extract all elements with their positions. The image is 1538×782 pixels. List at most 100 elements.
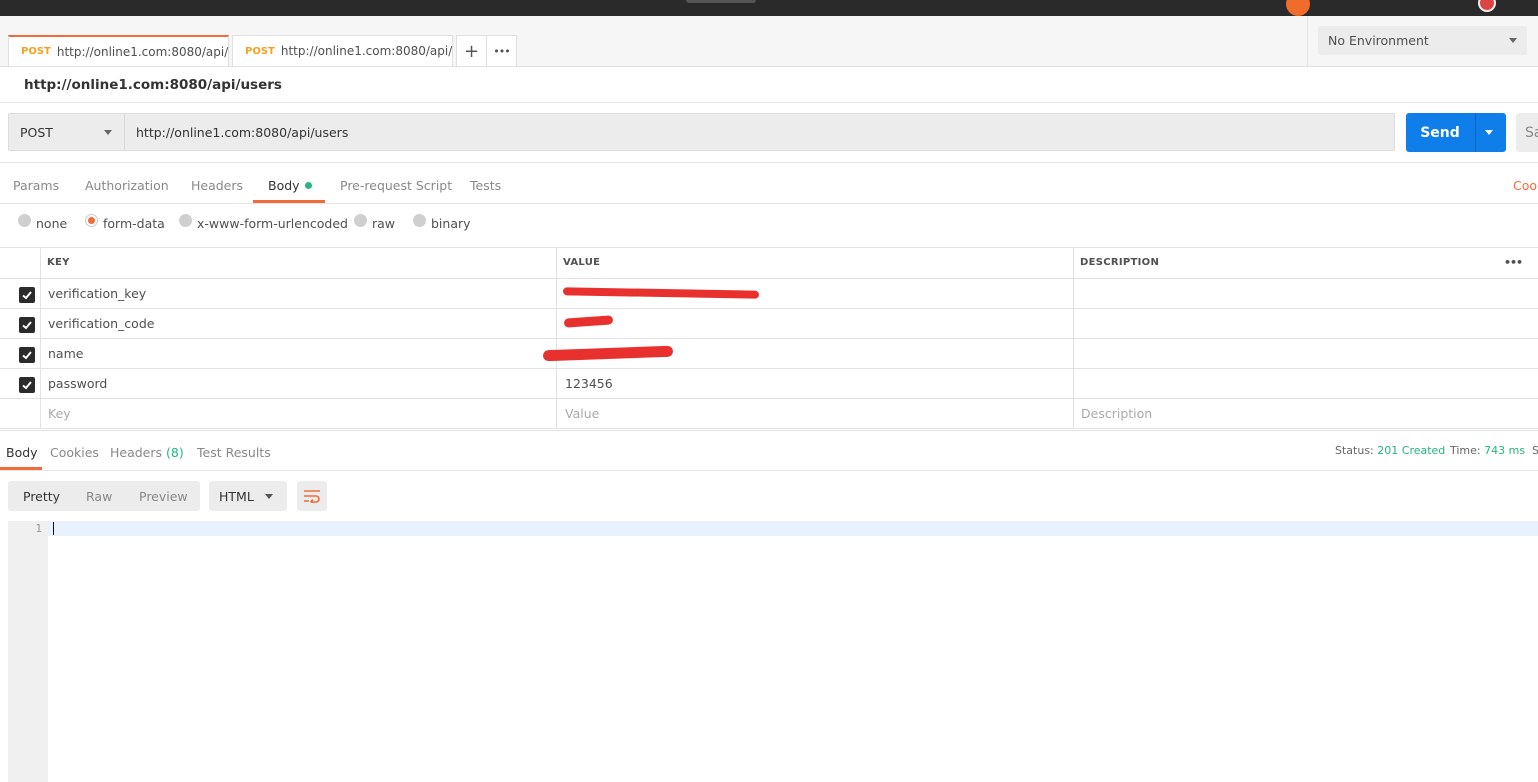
time-label: Time: bbox=[1450, 444, 1481, 457]
time-value: 743 ms bbox=[1484, 444, 1526, 457]
response-tab-headers[interactable]: Headers (8) bbox=[110, 445, 184, 460]
format-raw-button[interactable]: Raw bbox=[86, 481, 112, 511]
environment-selected: No Environment bbox=[1328, 33, 1429, 48]
radio-label-form-data[interactable]: form-data bbox=[103, 216, 165, 231]
response-tab-test-results[interactable]: Test Results bbox=[197, 445, 271, 460]
response-tab-body[interactable]: Body bbox=[6, 445, 38, 460]
tab-body[interactable]: Body bbox=[268, 178, 312, 193]
column-header-description: DESCRIPTION bbox=[1080, 257, 1160, 268]
row-checkbox[interactable] bbox=[19, 347, 35, 363]
column-header-value: VALUE bbox=[563, 257, 601, 268]
tab-authorization[interactable]: Authorization bbox=[85, 178, 169, 193]
tab-url: http://online1.com:8080/api/us bbox=[56, 44, 229, 59]
tab-headers[interactable]: Headers bbox=[191, 178, 243, 193]
request-tab-strip: POST http://online1.com:8080/api/us POST… bbox=[0, 16, 1308, 67]
divider bbox=[556, 247, 557, 429]
response-format-group: Pretty Raw Preview bbox=[8, 481, 200, 511]
radio-x-www-form-urlencoded[interactable] bbox=[179, 214, 192, 227]
radio-label-raw[interactable]: raw bbox=[372, 216, 395, 231]
save-label: Sa bbox=[1525, 124, 1538, 141]
tab-pre-request-script[interactable]: Pre-request Script bbox=[340, 178, 452, 193]
language-select[interactable]: HTML bbox=[209, 481, 287, 511]
request-tab-users[interactable]: POST http://online1.com:8080/api/us bbox=[8, 35, 229, 66]
url-input[interactable]: http://online1.com:8080/api/users bbox=[136, 114, 348, 150]
row-key[interactable]: password bbox=[48, 369, 107, 398]
send-button[interactable]: Send bbox=[1406, 113, 1506, 152]
format-preview-button[interactable]: Preview bbox=[139, 481, 188, 511]
method-value: POST bbox=[20, 124, 53, 140]
tab-method: POST bbox=[245, 45, 275, 57]
send-label: Send bbox=[1420, 124, 1460, 141]
check-icon bbox=[22, 381, 32, 390]
line-gutter bbox=[8, 521, 48, 782]
method-select[interactable]: POST bbox=[9, 114, 125, 150]
divider bbox=[1073, 247, 1074, 429]
column-header-key: KEY bbox=[47, 257, 70, 268]
wrap-lines-button[interactable] bbox=[297, 481, 327, 511]
response-tab-cookies[interactable]: Cookies bbox=[50, 445, 99, 460]
radio-raw[interactable] bbox=[354, 214, 367, 227]
environment-select[interactable]: No Environment bbox=[1318, 26, 1527, 55]
divider bbox=[0, 470, 1538, 471]
chevron-down-icon bbox=[265, 494, 273, 499]
table-options-more-icon[interactable]: ••• bbox=[1504, 247, 1523, 278]
cookies-link[interactable]: Cool bbox=[1513, 178, 1538, 193]
format-pretty-button[interactable]: Pretty bbox=[23, 481, 60, 511]
plus-icon: + bbox=[463, 40, 480, 62]
divider bbox=[40, 247, 41, 429]
window-titlebar bbox=[0, 0, 1538, 16]
divider bbox=[0, 430, 1538, 431]
check-icon bbox=[22, 321, 32, 330]
new-tab-button[interactable]: + bbox=[456, 35, 487, 67]
notification-icon[interactable] bbox=[1286, 0, 1310, 16]
row-checkbox[interactable] bbox=[19, 377, 35, 393]
status-label: Status: bbox=[1335, 444, 1374, 457]
divider bbox=[0, 203, 1538, 204]
divider bbox=[0, 398, 1538, 399]
check-icon bbox=[22, 351, 32, 360]
divider bbox=[1307, 16, 1308, 66]
divider bbox=[0, 247, 1538, 248]
tab-tests[interactable]: Tests bbox=[470, 178, 501, 193]
radio-binary[interactable] bbox=[413, 214, 426, 227]
request-name[interactable]: http://online1.com:8080/api/users bbox=[24, 77, 282, 93]
divider bbox=[0, 308, 1538, 309]
check-icon bbox=[22, 291, 32, 300]
divider bbox=[0, 368, 1538, 369]
chevron-down-icon bbox=[1509, 38, 1517, 43]
row-checkbox[interactable] bbox=[19, 317, 35, 333]
radio-none[interactable] bbox=[18, 214, 31, 227]
tab-method: POST bbox=[21, 46, 51, 57]
response-body-editor[interactable]: 1 bbox=[8, 521, 1538, 782]
request-tab-verification[interactable]: POST http://online1.com:8080/api/verific bbox=[232, 35, 453, 66]
divider bbox=[0, 102, 1538, 103]
row-checkbox[interactable] bbox=[19, 287, 35, 303]
tab-params[interactable]: Params bbox=[13, 178, 59, 193]
radio-label-x-www-form-urlencoded[interactable]: x-www-form-urlencoded bbox=[197, 216, 348, 231]
user-avatar[interactable] bbox=[1478, 0, 1496, 12]
divider bbox=[0, 428, 1538, 429]
tab-body-label: Body bbox=[268, 178, 300, 193]
new-description-input[interactable]: Description bbox=[1081, 399, 1152, 428]
new-key-input[interactable]: Key bbox=[48, 399, 71, 428]
send-options-chevron-icon[interactable] bbox=[1485, 130, 1493, 135]
tab-options-button[interactable]: ••• bbox=[486, 35, 517, 67]
row-key[interactable]: verification_key bbox=[48, 279, 146, 308]
divider bbox=[0, 278, 1538, 279]
status-value: 201 Created bbox=[1377, 444, 1446, 457]
titlebar-handle bbox=[686, 0, 756, 3]
row-value[interactable]: 123456 bbox=[565, 369, 613, 398]
response-status: Status: 201 Created bbox=[1335, 444, 1445, 457]
active-line bbox=[48, 521, 1538, 536]
save-button[interactable]: Sa bbox=[1516, 113, 1538, 152]
radio-form-data[interactable] bbox=[85, 214, 98, 227]
radio-label-binary[interactable]: binary bbox=[431, 216, 471, 231]
more-icon: ••• bbox=[493, 44, 510, 58]
row-key[interactable]: verification_code bbox=[48, 309, 154, 338]
tab-url: http://online1.com:8080/api/verific bbox=[280, 44, 453, 58]
radio-label-none[interactable]: none bbox=[36, 216, 67, 231]
row-key[interactable]: name bbox=[48, 339, 83, 368]
wrap-icon bbox=[304, 490, 320, 503]
redaction-mark bbox=[562, 287, 760, 299]
new-value-input[interactable]: Value bbox=[565, 399, 599, 428]
